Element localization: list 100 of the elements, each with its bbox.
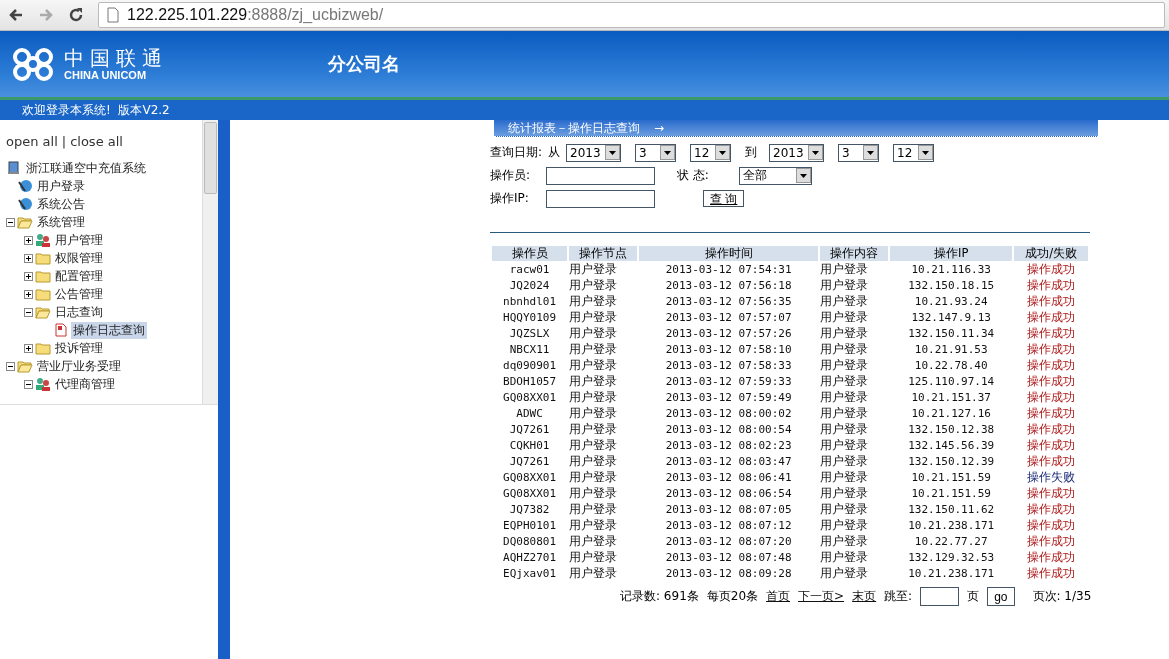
table-cell-text: 用户登录	[819, 341, 869, 357]
collapse-toggle[interactable]	[6, 217, 15, 227]
page-icon	[105, 7, 121, 23]
date-select[interactable]: 12	[893, 143, 935, 162]
tree-item[interactable]: 系统公告	[35, 195, 87, 213]
date-select[interactable]: 2013	[566, 143, 622, 162]
table-cell-text: 132.145.56.39	[907, 437, 996, 453]
status-select[interactable]: 全部	[739, 166, 812, 185]
date-select[interactable]: 2013	[769, 143, 825, 162]
expand-toggle[interactable]	[24, 289, 33, 299]
collapse-toggle[interactable]	[24, 307, 33, 317]
last-page-link[interactable]: 末页	[852, 588, 877, 605]
scrollbar[interactable]	[202, 120, 218, 404]
table-cell-text: 10.21.91.53	[913, 341, 989, 357]
date-select[interactable]: 3	[635, 143, 677, 162]
tree-item[interactable]: 用户登录	[35, 177, 87, 195]
to-label: 到	[745, 144, 758, 161]
logo-text: 中国联通	[64, 47, 168, 69]
reload-icon[interactable]	[68, 7, 84, 23]
table-cell-text: 2013-03-12 08:06:54	[664, 485, 793, 501]
column-header: 操作IP	[890, 246, 1013, 261]
table-cell-text: 2013-03-12 08:02:23	[664, 437, 793, 453]
tree-item[interactable]: 日志查询	[53, 303, 105, 321]
ip-label: 操作IP:	[490, 190, 530, 207]
caret-icon	[863, 145, 879, 160]
table-cell-text: JQ2024	[508, 277, 551, 293]
table-cell-text: 132.150.11.62	[907, 501, 996, 517]
table-cell-text: 用户登录	[569, 517, 619, 533]
tree-item[interactable]: 配置管理	[53, 267, 105, 285]
table-cell-text: 用户登录	[819, 357, 869, 373]
tree-item[interactable]: 投诉管理	[53, 339, 105, 357]
table-cell-text: 132.150.12.38	[907, 421, 996, 437]
expand-toggle[interactable]	[24, 235, 33, 245]
first-page-link[interactable]: 首页	[766, 588, 791, 605]
globe-icon	[17, 197, 33, 211]
caret-icon	[605, 145, 621, 160]
open-all-link[interactable]: open all	[6, 134, 58, 149]
table-cell-text: 用户登录	[569, 261, 619, 277]
table-cell-text: GQ08XX01	[502, 469, 558, 485]
table-cell-text: 2013-03-12 07:58:33	[664, 357, 793, 373]
go-button[interactable]: go	[987, 587, 1015, 606]
table-cell-text: 用户登录	[819, 469, 869, 485]
computer-icon	[6, 161, 22, 175]
table-cell-text: EQPH0101	[502, 517, 558, 533]
column-header: 操作内容	[819, 246, 889, 261]
next-page-link[interactable]: 下一页>	[798, 588, 845, 605]
table-cell-text: 用户登录	[819, 277, 869, 293]
expand-toggle[interactable]	[24, 343, 33, 353]
table-cell-text: 用户登录	[569, 373, 619, 389]
status-cell-text: 操作成功	[1026, 437, 1077, 453]
table-cell-text: 132.147.9.13	[910, 309, 992, 325]
status-cell-text: 操作成功	[1026, 501, 1077, 517]
date-select[interactable]: 3	[838, 143, 880, 162]
table-cell-text: 用户登录	[819, 293, 869, 309]
record-count: 记录数: 691条	[620, 588, 699, 605]
table-cell-text: 用户登录	[569, 325, 619, 341]
query-button[interactable]: 查 询	[703, 190, 745, 207]
table-cell-text: 125.110.97.14	[907, 373, 996, 389]
date-select[interactable]: 12	[690, 143, 732, 162]
collapse-toggle[interactable]	[6, 361, 15, 371]
table-cell-text: GQ08XX01	[502, 485, 558, 501]
logo-subtitle: CHINA UNICOM	[64, 69, 148, 81]
operator-field[interactable]	[546, 166, 655, 185]
welcome-bar: 欢迎登录本系统! 版本V2.2	[0, 100, 1169, 120]
caret-icon	[808, 145, 824, 160]
tree-item[interactable]: 公告管理	[53, 285, 105, 303]
tree-item[interactable]: 系统管理	[35, 213, 87, 231]
table-cell-text: 2013-03-12 07:57:26	[664, 325, 793, 341]
table-cell-text: dq090901	[502, 357, 558, 373]
address-bar[interactable]: 122.225.101.229:8888/zj_ucbizweb/	[98, 2, 1165, 28]
table-cell-text: 用户登录	[819, 533, 869, 549]
table-cell-text: 用户登录	[819, 405, 869, 421]
tree-item[interactable]: 权限管理	[53, 249, 105, 267]
ip-field[interactable]	[546, 189, 655, 208]
tree-item[interactable]: 操作日志查询	[71, 321, 147, 339]
close-all-link[interactable]: close all	[70, 134, 123, 149]
page-field[interactable]	[920, 587, 960, 606]
tree-item[interactable]: 营业厅业务受理	[35, 357, 123, 375]
table-cell-text: EQjxav01	[502, 565, 558, 581]
expand-toggle[interactable]	[24, 253, 33, 263]
table-cell-text: 2013-03-12 08:09:28	[664, 565, 793, 581]
table-cell-text: 10.21.151.59	[910, 469, 992, 485]
table-cell-text: 10.21.127.16	[910, 405, 992, 421]
back-icon[interactable]	[8, 7, 24, 23]
table-cell-text: 用户登录	[819, 453, 869, 469]
table-cell-text: DQ080801	[502, 533, 558, 549]
tree-item[interactable]: 代理商管理	[53, 375, 117, 393]
tree-root[interactable]: 浙江联通空中充值系统	[24, 159, 148, 177]
status-cell-text: 操作成功	[1026, 421, 1077, 437]
tree-item[interactable]: 用户管理	[53, 231, 105, 249]
status-cell-text: 操作成功	[1026, 325, 1077, 341]
expand-toggle[interactable]	[24, 271, 33, 281]
column-header: 成功/失败	[1014, 246, 1088, 261]
table-cell-text: JQZSLX	[508, 325, 551, 341]
table-cell-text: 用户登录	[819, 549, 869, 565]
status-cell-text: 操作成功	[1026, 517, 1077, 533]
table-cell-text: 2013-03-12 07:56:18	[664, 277, 793, 293]
jump-label: 跳至:	[884, 588, 913, 605]
collapse-toggle[interactable]	[24, 379, 33, 389]
table-cell-text: 用户登录	[569, 309, 619, 325]
